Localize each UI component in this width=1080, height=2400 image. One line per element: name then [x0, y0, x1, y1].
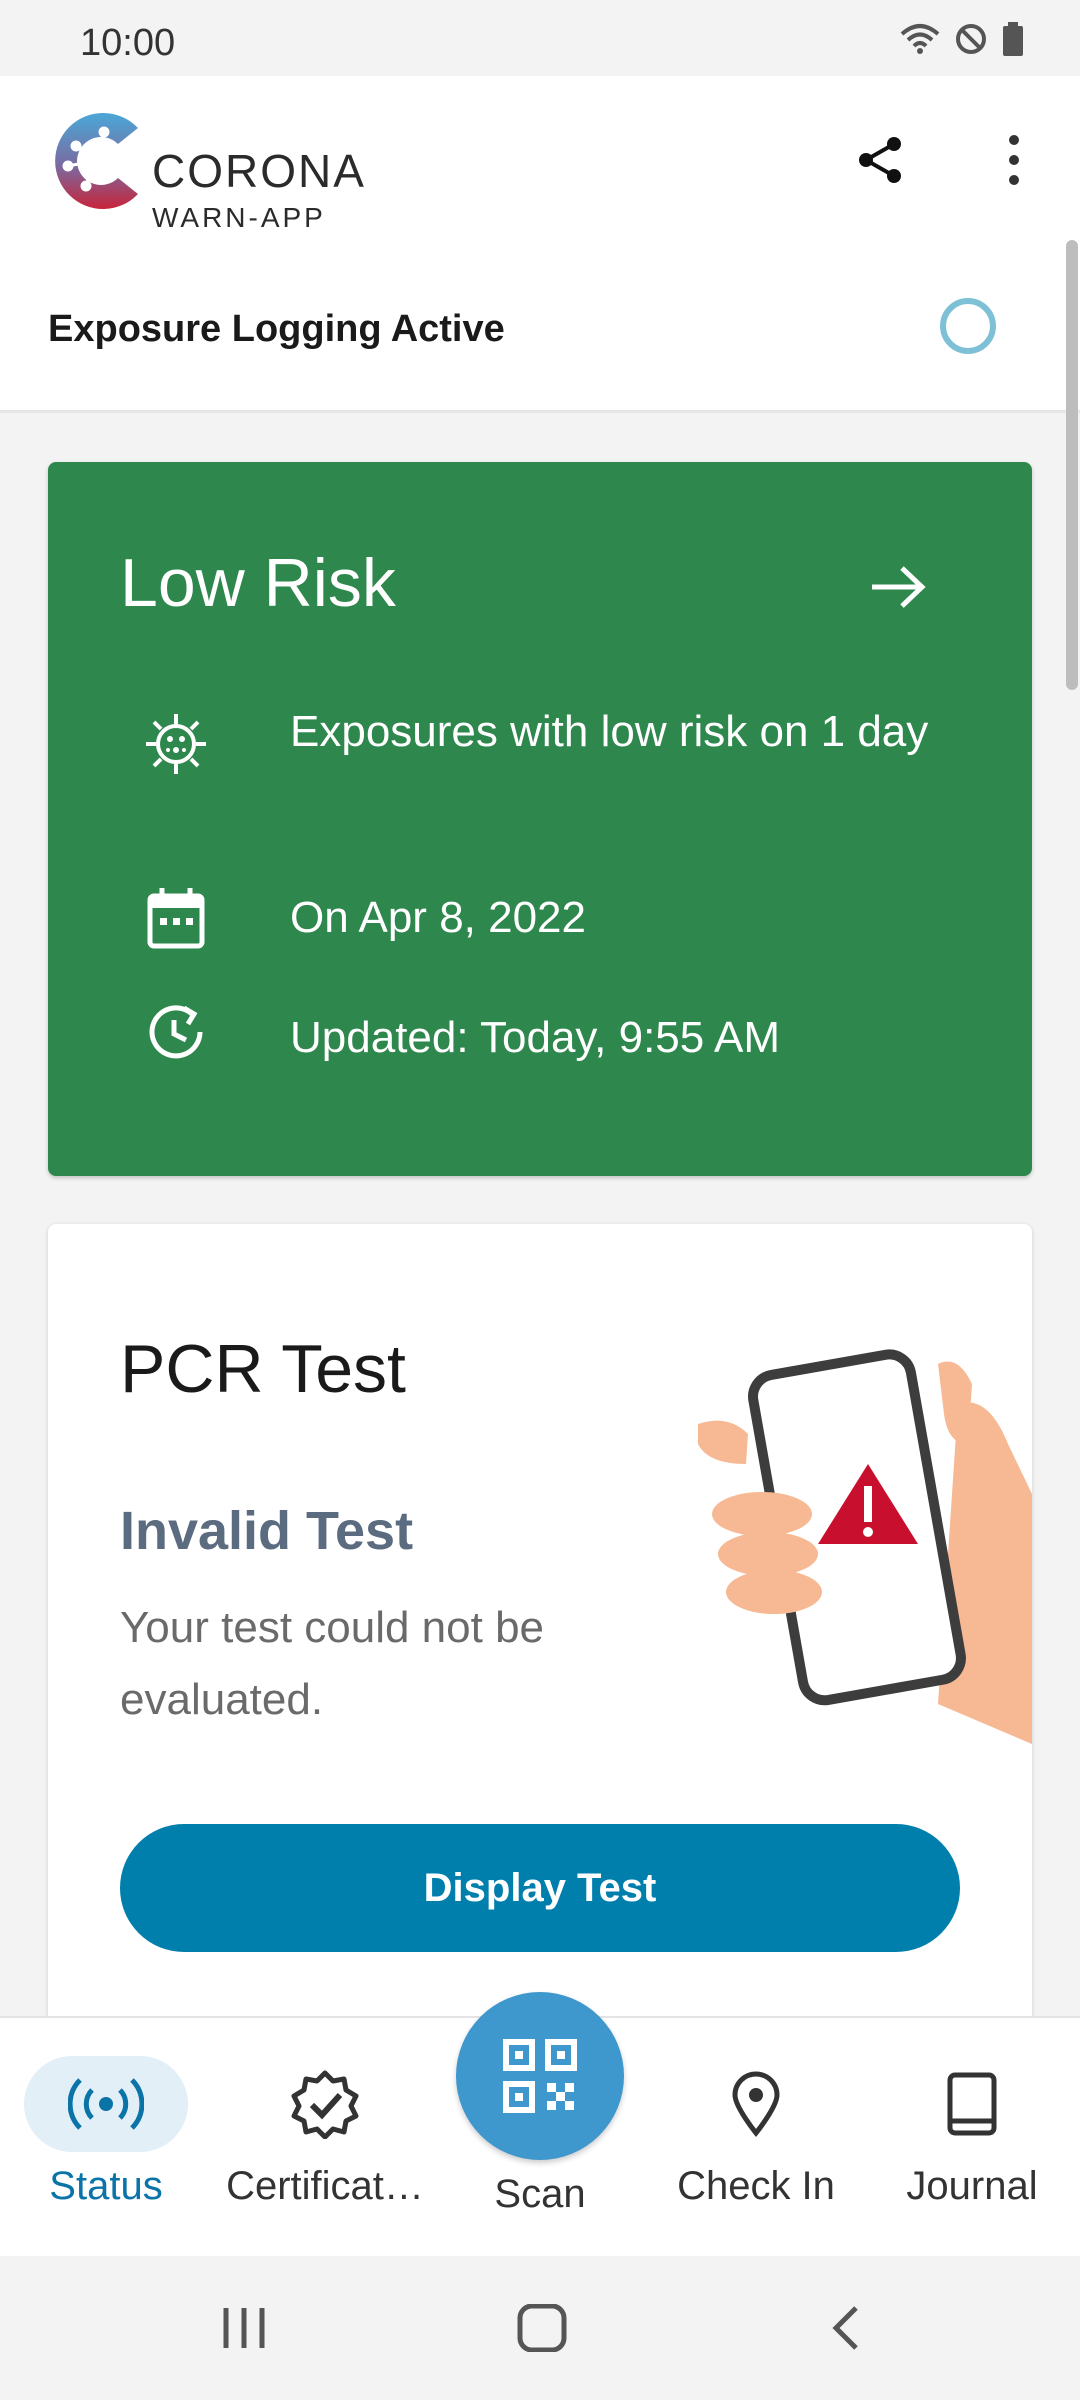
exposure-logging-label: Exposure Logging Active: [48, 308, 505, 350]
broadcast-icon: [68, 2078, 144, 2130]
risk-card[interactable]: Low Risk Exposures with low risk on 1 da…: [48, 462, 1032, 1176]
calendar-icon: [147, 888, 205, 949]
nav-item-status[interactable]: Status: [24, 2018, 188, 2258]
nav-status-label: Status: [49, 2164, 163, 2208]
nav-check-in-icon-wrap: [674, 2056, 838, 2152]
logo-text-warn-app: WARN-APP: [152, 202, 326, 233]
exposure-logging-row[interactable]: Exposure Logging Active: [0, 242, 1080, 413]
pcr-title: PCR Test: [120, 1331, 406, 1407]
share-icon[interactable]: [852, 132, 908, 188]
nav-item-journal[interactable]: Journal: [890, 2018, 1054, 2258]
arrow-right-icon[interactable]: [868, 562, 928, 612]
status-icons: [900, 22, 1024, 56]
wifi-icon: [900, 24, 940, 54]
badge-check-icon: [291, 2070, 359, 2139]
nav-journal-label: Journal: [906, 2164, 1038, 2208]
nav-status-icon-wrap: [24, 2056, 188, 2152]
app-logo: CORONA WARN-APP: [46, 106, 364, 233]
risk-updated-text: Updated: Today, 9:55 AM: [290, 1013, 781, 1062]
display-test-button[interactable]: Display Test: [120, 1824, 960, 1952]
virus-icon: [146, 714, 206, 774]
book-icon: [947, 2072, 997, 2136]
pcr-test-card[interactable]: PCR Test Invalid Test Your test could no…: [48, 1224, 1032, 2024]
do-not-disturb-icon: [956, 24, 986, 54]
risk-date-text: On Apr 8, 2022: [290, 893, 586, 942]
nav-journal-icon-wrap: [890, 2056, 1054, 2152]
status-time: 10:00: [80, 22, 176, 64]
app-bar: CORONA WARN-APP: [0, 76, 1080, 242]
system-navigation-bar: [0, 2256, 1080, 2400]
pcr-status: Invalid Test: [120, 1501, 414, 1561]
corona-warn-logo-icon: [55, 113, 138, 210]
nav-certificates-label: Certificat…: [226, 2164, 424, 2208]
qr-code-icon: [503, 2039, 577, 2113]
back-icon[interactable]: [826, 2304, 866, 2352]
nav-check-in-label: Check In: [677, 2164, 835, 2208]
logo-text-corona: CORONA: [152, 145, 366, 197]
clock-refresh-icon: [149, 1005, 203, 1059]
battery-icon: [1003, 22, 1023, 56]
nav-item-check-in[interactable]: Check In: [674, 2018, 838, 2258]
nav-item-certificates[interactable]: Certificat…: [210, 2018, 440, 2258]
nav-certificates-icon-wrap: [243, 2056, 407, 2152]
scan-button[interactable]: [456, 1992, 624, 2160]
location-pin-icon: [732, 2071, 780, 2137]
nav-scan-label: Scan: [494, 2172, 586, 2216]
risk-exposures-text: Exposures with low risk on 1 day: [290, 707, 929, 756]
status-bar: 10:00: [0, 0, 1080, 76]
risk-title: Low Risk: [120, 545, 396, 621]
pcr-description: Your test could not be evaluated.: [120, 1603, 545, 1724]
recent-apps-icon[interactable]: [216, 2304, 272, 2352]
home-icon[interactable]: [516, 2304, 568, 2352]
phone-warning-illustration: [698, 1349, 1032, 1744]
exposure-status-indicator: [940, 298, 996, 354]
more-vert-icon[interactable]: [994, 132, 1034, 188]
scrollbar[interactable]: [1066, 240, 1078, 690]
